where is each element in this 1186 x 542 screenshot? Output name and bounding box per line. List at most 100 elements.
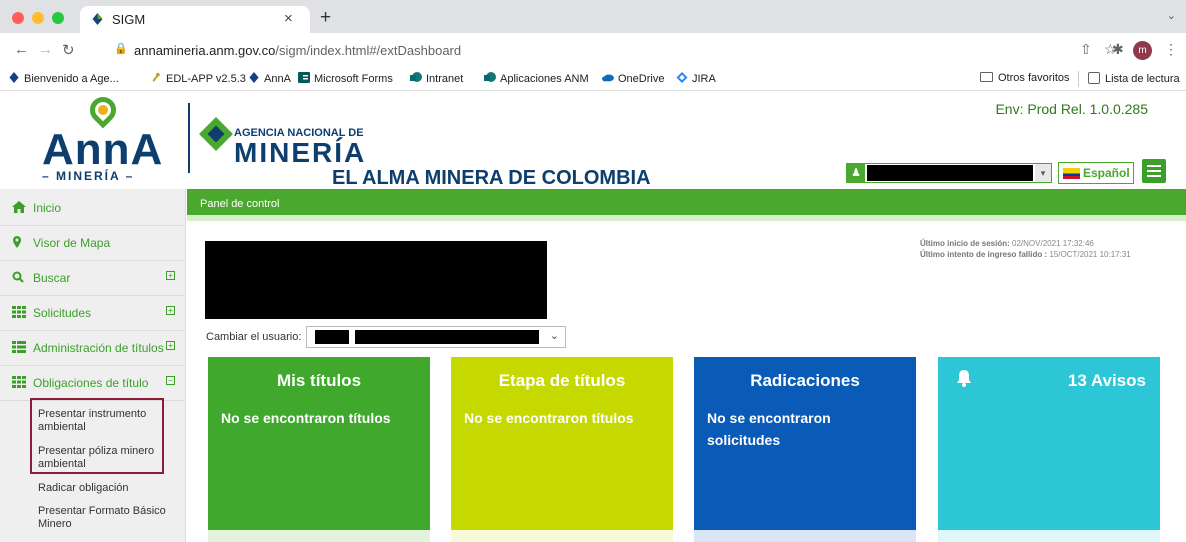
collapse-icon[interactable]: − [166,376,175,385]
card-footer[interactable] [938,530,1160,542]
redacted-user-info [205,241,547,319]
chevron-down-icon: ⌄ [549,330,559,342]
card-text: No se encontraron títulos [221,410,391,426]
sharepoint-icon [484,72,496,82]
home-icon [12,201,26,213]
user-selector[interactable]: ♟ ▾ [846,163,1052,183]
logo-word: AnnA [42,125,164,174]
bookmarks-bar: Bienvenido a Age... EDL-APP v2.5.3 AnnA … [0,67,1186,91]
card-footer[interactable] [451,530,673,542]
bookmark-microsoft-forms[interactable]: Microsoft Forms [298,72,393,85]
highlight-box [30,398,164,474]
expand-icon[interactable]: + [166,306,175,315]
sidebar-item-obligaciones-de-titulo[interactable]: Obligaciones de título − [0,364,185,401]
bookmark-label: Bienvenido a Age... [24,73,119,85]
card-text: No se encontraron solicitudes [707,410,831,448]
card-title: 13 Avisos [1067,371,1146,390]
list-icon [12,341,26,353]
lock-icon: 🔒 [114,43,128,55]
expand-icon[interactable]: + [166,271,175,280]
bookmark-intranet[interactable]: Intranet [410,72,463,85]
hamburger-menu-button[interactable] [1142,159,1166,183]
browser-toolbar: ← → ↻ 🔒 annamineria.anm.gov.co/sigm/inde… [0,33,1186,67]
last-login-value: 02/NOV/2021 17:32:46 [1012,239,1094,248]
reload-icon[interactable]: ↻ [62,41,75,59]
sharepoint-icon [410,72,422,82]
user-icon: ♟ [847,164,865,182]
change-user-select[interactable]: ⌄ [306,326,566,348]
last-login-label: Último inicio de sesión: [920,239,1010,248]
map-pin-icon [13,236,21,248]
sidebar-item-solicitudes[interactable]: Solicitudes + [0,294,185,331]
bell-icon [957,370,971,387]
sidebar-item-label: Visor de Mapa [33,236,111,250]
bookmark-label: JIRA [692,73,716,85]
profile-avatar[interactable]: m [1133,41,1152,60]
bookmark-label: Microsoft Forms [314,73,393,85]
environment-label: Env: Prod Rel. 1.0.0.285 [995,101,1148,117]
anna-logo[interactable]: AnnA – MINERÍA – [42,91,182,183]
bookmark-bienvenido[interactable]: Bienvenido a Age... [8,72,119,85]
card-footer[interactable] [694,530,916,542]
more-menu-icon[interactable]: ⋮ [1164,41,1178,58]
card-etapa-de-titulos[interactable]: Etapa de títulos No se encontraron títul… [451,357,673,542]
bookmark-anna[interactable]: AnnA [248,72,291,85]
anm-diamond-icon [9,72,19,83]
card-footer[interactable] [208,530,430,542]
folder-icon [980,72,993,82]
bookmark-aplicaciones-anm[interactable]: Aplicaciones ANM [484,72,589,85]
bookmark-label: OneDrive [618,73,665,85]
minimize-window-button[interactable] [32,12,44,24]
language-selector[interactable]: Español ⌄ [1058,162,1134,200]
new-tab-button[interactable]: + [320,7,331,29]
puzzle-icon[interactable]: ✱ [1112,41,1124,58]
forward-arrow-icon[interactable]: → [38,41,53,58]
sidebar-item-buscar[interactable]: Buscar + [0,259,185,296]
tagline: EL ALMA MINERA DE COLOMBIA [332,167,651,189]
card-radicaciones[interactable]: Radicaciones No se encontraron solicitud… [694,357,916,542]
reading-list[interactable]: Lista de lectura [1088,72,1180,85]
sidebar-item-label: Solicitudes [33,306,92,320]
maximize-window-button[interactable] [52,12,64,24]
card-title: Mis títulos [276,371,362,390]
bookmark-label: Aplicaciones ANM [500,73,589,85]
card-text: No se encontraron títulos [464,410,634,426]
tab-search-icon[interactable]: ⌄ [1167,9,1176,22]
agency-diamond-icon [199,117,233,151]
card-avisos[interactable]: 13 Avisos [938,357,1160,542]
bookmark-onedrive[interactable]: OneDrive [602,72,664,85]
tab-close-icon[interactable]: × [284,10,293,27]
sidebar-item-label: Buscar [33,271,71,285]
expand-icon[interactable]: + [166,341,175,350]
grid-icon [12,306,26,318]
bookmark-jira[interactable]: JIRA [676,72,716,85]
bookmark-edl-app[interactable]: EDL-APP v2.5.3 [150,72,246,85]
browser-tab[interactable]: SIGM × [80,6,310,33]
close-window-button[interactable] [12,12,24,24]
browser-tab-strip: SIGM × + ⌄ [0,0,1186,33]
sidebar-item-inicio[interactable]: Inicio [0,189,185,226]
other-favorites[interactable]: Otros favoritos [980,72,1070,84]
onedrive-icon [602,74,614,82]
chevron-down-icon: ▾ [1035,164,1051,182]
submenu-radicar-obligacion[interactable]: Radicar obligación [38,482,178,495]
share-icon[interactable]: ⇧ [1080,41,1092,58]
sidebar-item-label: Administración de títulos [33,341,164,355]
submenu-presentar-formato-basico-minero[interactable]: Presentar Formato Básico Minero [38,505,178,531]
url-path: /sigm/index.html#/extDashboard [275,43,462,58]
agency-main-text: MINERÍA [234,137,367,168]
url-host: annamineria.anm.gov.co [134,43,276,58]
bookmark-label: EDL-APP v2.5.3 [166,73,246,85]
reading-list-icon [1088,72,1100,84]
location-pin-icon [84,91,122,129]
back-arrow-icon[interactable]: ← [14,41,29,58]
card-mis-titulos[interactable]: Mis títulos No se encontraron títulos [208,357,430,542]
sidebar-item-visor-de-mapa[interactable]: Visor de Mapa [0,224,185,261]
panel-header: Panel de control [187,189,1186,221]
other-favorites-label: Otros favoritos [998,72,1070,84]
card-title: Radicaciones [750,371,860,390]
tab-title: SIGM [112,12,146,27]
address-bar[interactable]: 🔒 annamineria.anm.gov.co/sigm/index.html… [112,38,1072,62]
sidebar-item-administracion-de-titulos[interactable]: Administración de títulos + [0,329,185,366]
sidebar-item-label: Obligaciones de título [33,376,149,390]
